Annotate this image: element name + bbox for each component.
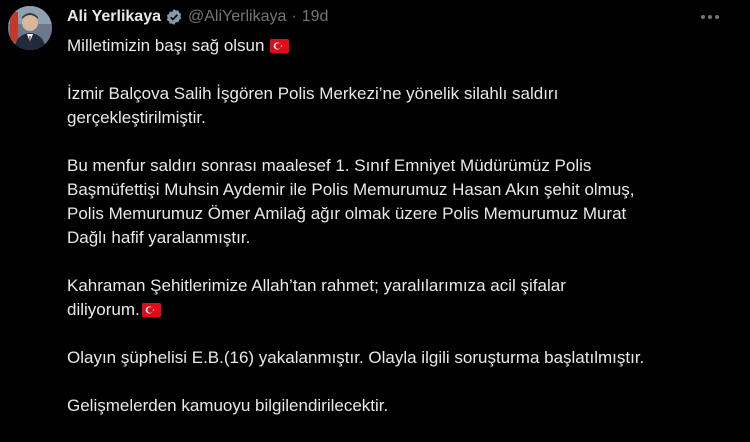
more-options-icon[interactable] — [698, 6, 722, 28]
prayer-text-line2: diliyorum. — [67, 300, 140, 319]
prayer-text-line1: Kahraman Şehitlerimize Allah’tan rahmet;… — [67, 276, 566, 295]
paragraph-condolence: Milletimizin başı sağ olsun — [67, 34, 737, 58]
tweet-text: Milletimizin başı sağ olsun İzmir Balçov… — [67, 34, 737, 442]
paragraph-prayer: Kahraman Şehitlerimize Allah’tan rahmet;… — [67, 274, 737, 322]
turkey-flag-icon — [270, 36, 290, 53]
separator-dot: · — [291, 8, 297, 25]
author-name[interactable]: Ali Yerlikaya — [67, 8, 161, 26]
paragraph-update: Gelişmelerden kamuoyu bilgilendirilecekt… — [67, 396, 389, 415]
author-handle[interactable]: @AliYerlikaya — [188, 8, 286, 26]
verified-badge-icon — [165, 8, 183, 26]
paragraph-attack: İzmir Balçova Salih İşgören Polis Merkez… — [67, 84, 559, 127]
tweet: Ali Yerlikaya @AliYerlikaya · 19d Millet… — [0, 0, 750, 431]
tweet-header: Ali Yerlikaya @AliYerlikaya · 19d — [67, 6, 328, 28]
post-time[interactable]: 19d — [302, 8, 329, 26]
turkey-flag-icon — [141, 300, 161, 317]
paragraph-casualties: Bu menfur saldırı sonrası maalesef 1. Sı… — [67, 156, 635, 247]
paragraph-suspect: Olayın şüphelisi E.B.(16) yakalanmıştır.… — [67, 348, 645, 367]
avatar[interactable] — [8, 6, 52, 50]
avatar-image — [8, 6, 52, 50]
condolence-text: Milletimizin başı sağ olsun — [67, 36, 265, 55]
